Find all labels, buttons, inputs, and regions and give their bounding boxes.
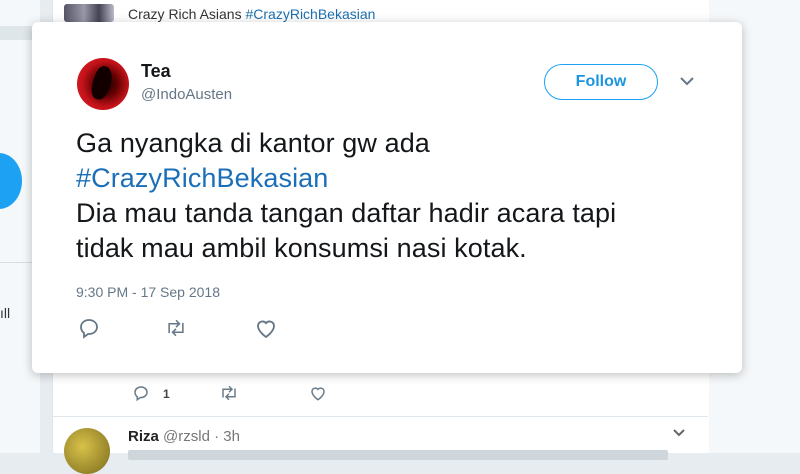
follow-button[interactable]: Follow <box>544 64 658 100</box>
tweet-text-line: Ga nyangka di kantor gw ada <box>76 128 430 158</box>
background-like-icon[interactable] <box>308 384 328 402</box>
retweet-icon[interactable] <box>164 316 188 340</box>
user-handle[interactable]: @IndoAusten <box>141 86 232 103</box>
background-next-avatar[interactable] <box>64 428 110 474</box>
background-next-text-line <box>128 450 668 460</box>
background-next-header: Riza @rzsld · 3h <box>128 428 240 445</box>
tweet-modal: Tea @IndoAusten Follow Ga nyangka di kan… <box>32 22 742 373</box>
background-next-name[interactable]: Riza <box>128 428 159 445</box>
chevron-down-icon[interactable] <box>678 74 696 88</box>
background-top-tweet-text: Crazy Rich Asians #CrazyRichBekasian <box>128 6 375 22</box>
tweet-text-line: Dia mau tanda tangan daftar hadir acara … <box>76 198 617 228</box>
background-next-time[interactable]: · 3h <box>214 428 240 445</box>
background-retweet-icon[interactable] <box>218 384 240 402</box>
background-left-text: ıll <box>0 305 11 321</box>
background-top-tweet-hashtag[interactable]: #CrazyRichBekasian <box>245 6 375 22</box>
background-top-tweet-body: Crazy Rich Asians <box>128 6 246 22</box>
tweet-hashtag[interactable]: #CrazyRichBekasian <box>76 161 716 196</box>
reply-icon[interactable] <box>77 316 101 340</box>
like-icon[interactable] <box>254 316 278 340</box>
background-tweet-actions: 1 <box>52 372 708 416</box>
user-name[interactable]: Tea <box>141 61 171 82</box>
avatar[interactable] <box>77 58 129 110</box>
background-thumbnail <box>64 4 114 22</box>
tweet-text: Ga nyangka di kantor gw ada #CrazyRichBe… <box>76 126 716 266</box>
background-reply-count: 1 <box>163 387 170 401</box>
tweet-text-line: tidak mau ambil konsumsi nasi kotak. <box>76 233 527 263</box>
background-reply-icon[interactable] <box>132 384 150 402</box>
background-next-tweet: Riza @rzsld · 3h <box>52 418 708 474</box>
tweet-timestamp[interactable]: 9:30 PM - 17 Sep 2018 <box>76 284 220 300</box>
background-next-handle[interactable]: @rzsld <box>163 428 210 445</box>
background-separator <box>52 416 708 417</box>
background-chevron-down-icon[interactable] <box>672 428 686 438</box>
